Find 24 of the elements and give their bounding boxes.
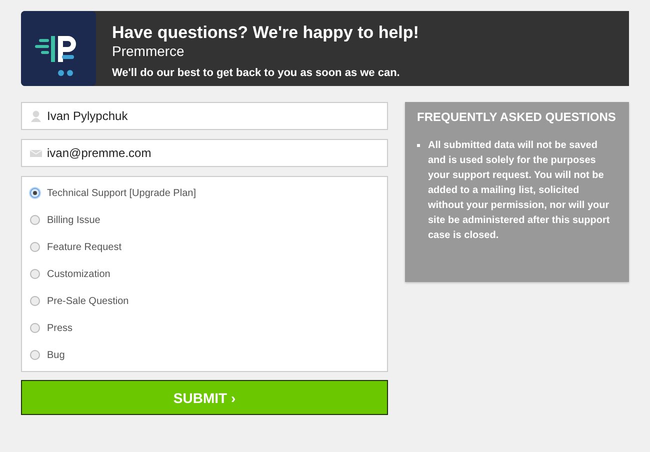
radio-button[interactable] xyxy=(30,214,40,224)
radio-button[interactable] xyxy=(30,268,40,278)
radio-button[interactable] xyxy=(30,296,40,306)
radio-button[interactable] xyxy=(30,322,40,332)
option-label: Customization xyxy=(47,269,110,280)
option-label: Feature Request xyxy=(47,242,122,253)
radio-button[interactable] xyxy=(30,188,40,198)
option-label: Bug xyxy=(47,350,65,361)
faq-text: All submitted data will not be saved and is used solely for the purposes your support request. You will not be added to a mailing list, solicited without your permission, nor will your site be administered after this support case is closed. xyxy=(428,139,611,243)
radio-button[interactable] xyxy=(30,242,40,252)
envelope-icon xyxy=(30,147,42,159)
option-label: Pre-Sale Question xyxy=(47,296,129,307)
header-subtitle: We'll do our best to get back to you as soon as we can. xyxy=(112,66,401,80)
option-label: Press xyxy=(47,323,73,334)
option-label: Billing Issue xyxy=(47,215,100,226)
name-field[interactable]: Ivan Pylypchuk xyxy=(21,102,388,130)
email-field[interactable]: ivan@premme.com xyxy=(21,139,388,167)
brand-name: Premmerce xyxy=(112,43,186,60)
option-label: Technical Support [Upgrade Plan] xyxy=(47,188,196,199)
bullet-icon xyxy=(417,144,420,147)
faq-title: FREQUENTLY ASKED QUESTIONS xyxy=(417,112,617,123)
radio-button[interactable] xyxy=(30,350,40,360)
person-icon xyxy=(30,110,42,122)
header-title: Have questions? We're happy to help! xyxy=(112,23,419,43)
